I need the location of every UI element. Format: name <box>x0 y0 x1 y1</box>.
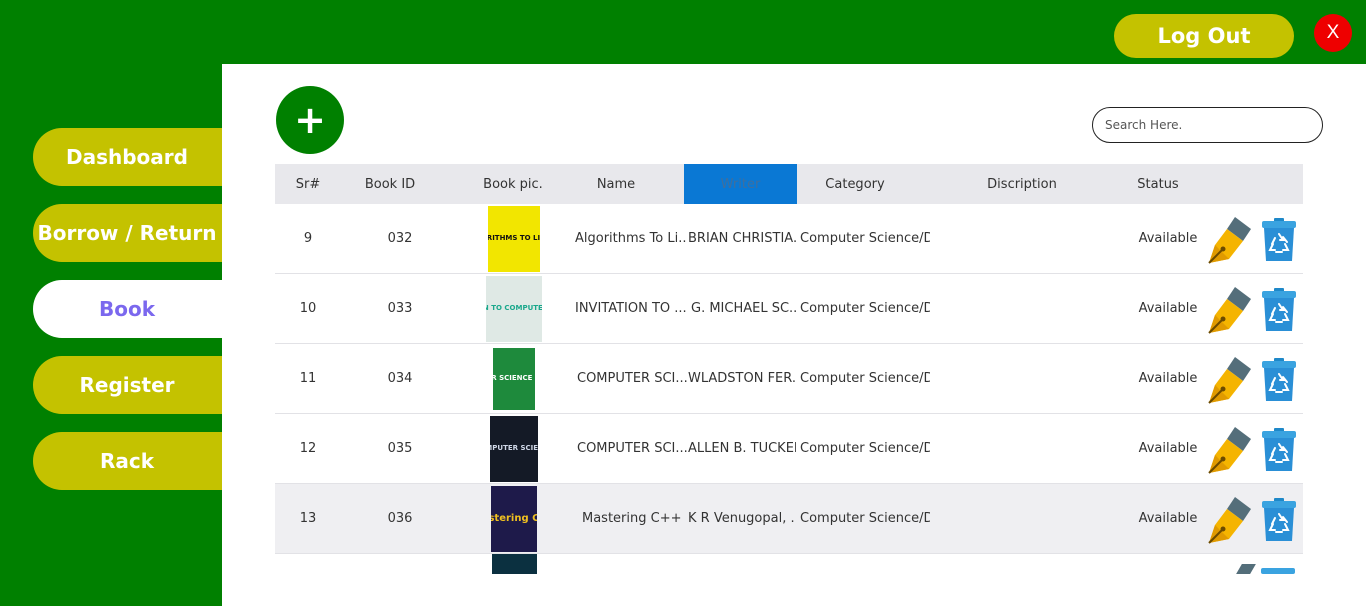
cell-writer: WLADSTON FER... <box>688 371 796 386</box>
book-cover-image: INVITATION TO COMPUTER SCIENCE <box>486 275 542 342</box>
table-row[interactable]: 9 032 ALGORITHMS TO LIVE BY Algorithms T… <box>275 204 1303 274</box>
book-cover-image: ALGORITHMS TO LIVE BY <box>488 205 540 272</box>
column-header-status[interactable]: Status <box>1120 164 1196 204</box>
recycle-bin-icon[interactable] <box>1261 568 1295 574</box>
cell-book-pic: COMPUTER SCIENCE <box>490 414 538 483</box>
column-header-category[interactable]: Category <box>797 164 913 204</box>
cell-name: INVITATION TO ... <box>575 301 687 316</box>
cell-writer: BRIAN CHRISTIA... <box>688 231 796 246</box>
cell-description <box>975 414 1075 483</box>
cell-description <box>975 204 1075 273</box>
sidebar-item-rack[interactable]: Rack <box>33 432 233 490</box>
fountain-pen-icon[interactable] <box>1205 355 1253 405</box>
sidebar-item-dashboard[interactable]: Dashboard <box>33 128 233 186</box>
row-actions <box>1205 352 1301 408</box>
recycle-bin-icon[interactable] <box>1261 427 1297 473</box>
row-actions <box>1205 212 1301 268</box>
cell-book-id: 033 <box>387 301 413 316</box>
row-actions <box>1205 282 1301 338</box>
sidebar-item-book[interactable]: Book <box>33 280 233 338</box>
column-header-description[interactable]: Discription <box>970 164 1074 204</box>
search-input[interactable] <box>1092 107 1323 143</box>
table-row-partial[interactable] <box>275 554 1303 574</box>
cell-category: Computer Science/D... <box>800 511 930 526</box>
cell-book-id: 032 <box>387 231 413 246</box>
sidebar-item-borrow-return[interactable]: Borrow / Return <box>33 204 233 262</box>
book-cover-image: Mastering C++ <box>491 485 537 552</box>
table-row[interactable]: 12 035 COMPUTER SCIENCE COMPUTER SCI... … <box>275 414 1303 484</box>
cell-status: Available <box>1138 511 1198 526</box>
fountain-pen-icon[interactable] <box>1205 215 1253 265</box>
cell-description <box>975 484 1075 553</box>
column-header-name[interactable]: Name <box>571 164 661 204</box>
close-button[interactable]: X <box>1314 14 1352 52</box>
sidebar-item-register[interactable]: Register <box>33 356 233 414</box>
fountain-pen-icon[interactable] <box>1236 564 1256 574</box>
cell-book-id: 035 <box>387 441 413 456</box>
cell-sr: 13 <box>299 511 317 526</box>
row-actions <box>1205 422 1301 478</box>
main-panel: + Sr# Book ID Book pic. Name Writer Cate… <box>222 64 1366 606</box>
cell-status: Available <box>1138 441 1198 456</box>
row-actions <box>1205 492 1301 548</box>
table-row[interactable]: 11 034 COMPUTER SCIENCE DISTILLED COMPUT… <box>275 344 1303 414</box>
cell-name: Algorithms To Li... <box>575 231 687 246</box>
cell-category: Computer Science/D... <box>800 371 930 386</box>
cell-sr: 11 <box>299 371 317 386</box>
recycle-bin-icon[interactable] <box>1261 217 1297 263</box>
cell-status: Available <box>1138 301 1198 316</box>
cell-writer: K R Venugopal, ... <box>688 511 796 526</box>
table-row[interactable]: 10 033 INVITATION TO COMPUTER SCIENCE IN… <box>275 274 1303 344</box>
fountain-pen-icon[interactable] <box>1205 425 1253 475</box>
fountain-pen-icon[interactable] <box>1205 495 1253 545</box>
recycle-bin-icon[interactable] <box>1261 497 1297 543</box>
cell-status: Available <box>1138 371 1198 386</box>
cell-category: Computer Science/D... <box>800 441 930 456</box>
grid-header: Sr# Book ID Book pic. Name Writer Catego… <box>275 164 1303 204</box>
cell-description <box>975 274 1075 343</box>
table-row[interactable]: 13 036 Mastering C++ Mastering C++ K R V… <box>275 484 1303 554</box>
cell-book-pic: ALGORITHMS TO LIVE BY <box>488 204 540 273</box>
column-header-book-id[interactable]: Book ID <box>341 164 439 204</box>
recycle-bin-icon[interactable] <box>1261 287 1297 333</box>
book-cover-image <box>492 554 537 574</box>
column-header-sr[interactable]: Sr# <box>275 164 341 204</box>
cell-sr: 9 <box>303 231 313 246</box>
cell-category: Computer Science/D... <box>800 301 930 316</box>
cell-writer: ALLEN B. TUCKER <box>688 441 796 456</box>
column-header-book-pic[interactable]: Book pic. <box>471 164 555 204</box>
cell-category: Computer Science/D... <box>800 231 930 246</box>
cell-name: COMPUTER SCI... <box>577 371 687 386</box>
cell-name: Mastering C++ <box>582 511 682 526</box>
cell-name: COMPUTER SCI... <box>577 441 687 456</box>
books-grid: Sr# Book ID Book pic. Name Writer Catego… <box>275 164 1303 574</box>
cell-status: Available <box>1138 231 1198 246</box>
recycle-bin-icon[interactable] <box>1261 357 1297 403</box>
cell-book-id: 036 <box>387 511 413 526</box>
column-header-writer[interactable]: Writer <box>684 164 797 204</box>
fountain-pen-icon[interactable] <box>1205 285 1253 335</box>
book-cover-image: COMPUTER SCIENCE <box>490 415 538 482</box>
cell-book-id: 034 <box>387 371 413 386</box>
cell-book-pic: COMPUTER SCIENCE DISTILLED <box>493 344 535 413</box>
cell-writer: G. MICHAEL SC... <box>691 301 797 316</box>
cell-sr: 10 <box>299 301 317 316</box>
logout-button[interactable]: Log Out <box>1114 14 1294 58</box>
add-book-button[interactable]: + <box>276 86 344 154</box>
cell-description <box>975 344 1075 413</box>
book-cover-image: COMPUTER SCIENCE DISTILLED <box>493 347 535 410</box>
cell-book-pic: Mastering C++ <box>490 484 538 553</box>
cell-book-pic: INVITATION TO COMPUTER SCIENCE <box>486 274 542 343</box>
cell-sr: 12 <box>299 441 317 456</box>
